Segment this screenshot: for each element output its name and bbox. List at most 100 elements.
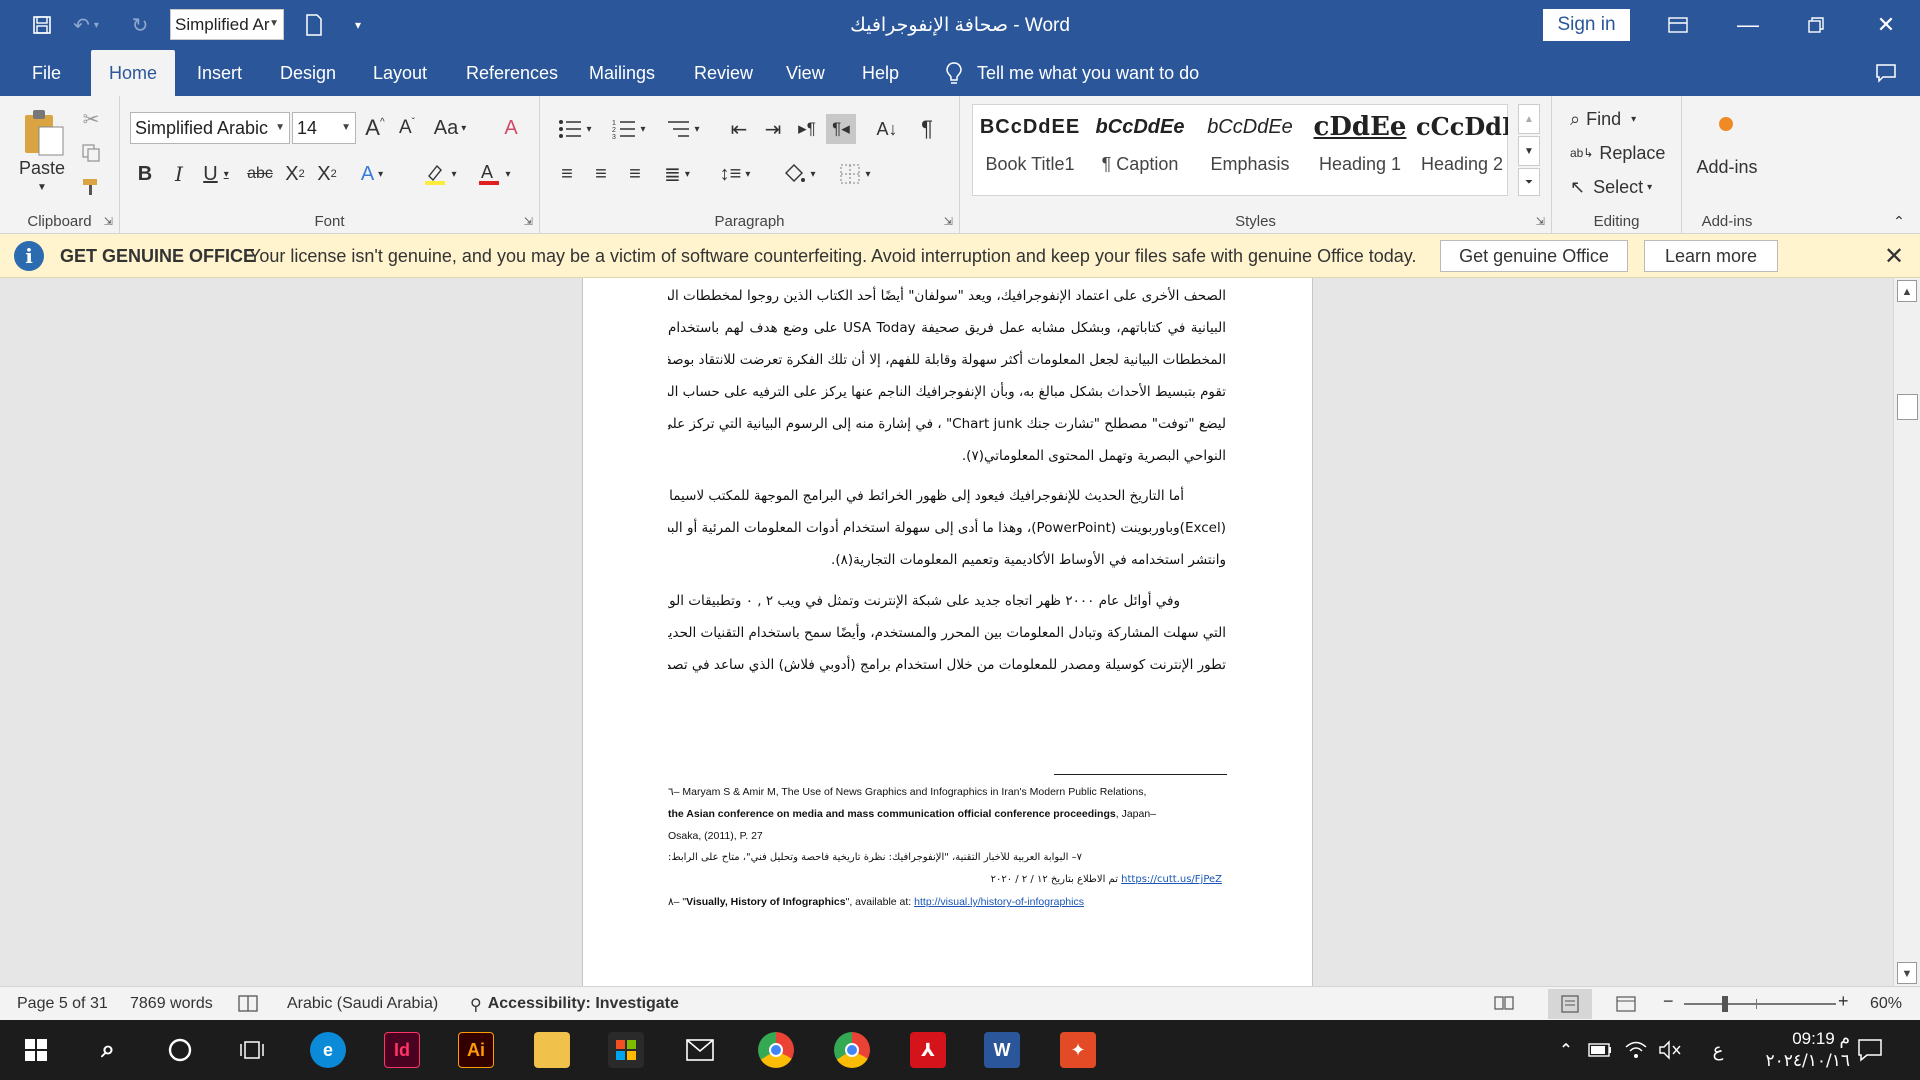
styles-scroll-down-icon[interactable]: ▼ (1518, 136, 1540, 166)
accessibility-checker[interactable]: ⚲ Accessibility: Investigate (470, 995, 679, 1015)
scroll-thumb[interactable] (1897, 394, 1918, 420)
cut-icon[interactable]: ✂ (78, 106, 104, 132)
input-language[interactable]: ع (1700, 1032, 1736, 1068)
windows-start-icon[interactable] (18, 1032, 54, 1068)
justify-icon[interactable]: ≣ ▾ (654, 158, 700, 190)
dialog-launcher-icon[interactable]: ⇲ (524, 215, 533, 228)
illustrator-icon[interactable]: Ai (458, 1032, 494, 1068)
style-heading-2[interactable]: cCcDdEe Heading 2 (1416, 108, 1508, 184)
tab-mailings[interactable]: Mailings (571, 50, 673, 96)
restore-icon[interactable] (1786, 0, 1846, 50)
align-right-icon[interactable]: ≡ (620, 158, 650, 190)
style-book-title[interactable]: BCcDdEE Book Title1 (976, 108, 1084, 184)
mail-icon[interactable] (682, 1032, 718, 1068)
zoom-slider-thumb[interactable] (1722, 996, 1728, 1012)
zoom-slider[interactable] (1684, 1003, 1836, 1005)
numbering-icon[interactable]: 1 2 3 ▾ (606, 114, 652, 144)
taskbar-clock[interactable]: 09:19 م ٢٠٢٤/١٠/١٦ (1740, 1028, 1850, 1072)
dialog-launcher-icon[interactable]: ⇲ (1536, 215, 1545, 228)
style-heading-1[interactable]: cDdEe Heading 1 (1306, 108, 1414, 184)
file-explorer-icon[interactable] (534, 1032, 570, 1068)
tell-me-search[interactable]: Tell me what you want to do (945, 50, 1199, 96)
shading-icon[interactable]: ▾ (776, 158, 822, 190)
read-mode-icon[interactable] (1494, 995, 1514, 1016)
acrobat-icon[interactable]: ⅄ (910, 1032, 946, 1068)
bullets-icon[interactable]: ▾ (552, 114, 598, 144)
vertical-scrollbar[interactable]: ▲ ▼ (1893, 278, 1920, 986)
tab-design[interactable]: Design (262, 50, 354, 96)
tab-view[interactable]: View (768, 50, 843, 96)
volume-muted-icon[interactable] (1652, 1032, 1688, 1068)
decrease-indent-icon[interactable]: ⇤ (724, 114, 754, 144)
multilevel-list-icon[interactable]: ▾ (660, 114, 706, 144)
select-button[interactable]: ↖ Select ▾ (1570, 172, 1670, 202)
zoom-level[interactable]: 60% (1870, 995, 1902, 1013)
minimize-icon[interactable]: — (1718, 0, 1778, 50)
collapse-ribbon-icon[interactable]: ⌃ (1888, 212, 1910, 230)
font-color-icon[interactable]: A ▾ (470, 158, 518, 190)
document-area[interactable]: الصحف الأخرى على اعتماد الإنفوجرافيك، وي… (0, 278, 1920, 986)
tab-file[interactable]: File (14, 50, 79, 96)
paragraph-3[interactable]: وفي أوائل عام ٢٠٠٠ ظهر اتجاه جديد على شب… (668, 585, 1226, 681)
learn-more-button[interactable]: Learn more (1644, 240, 1778, 272)
scroll-up-icon[interactable]: ▲ (1897, 280, 1917, 302)
print-layout-icon[interactable] (1548, 989, 1592, 1019)
web-layout-icon[interactable] (1616, 995, 1636, 1018)
tab-help[interactable]: Help (844, 50, 917, 96)
show-formatting-marks-icon[interactable]: ¶ (912, 114, 942, 144)
font-name-combo[interactable]: Simplified Arabic ▼ (130, 112, 290, 144)
right-to-left-icon[interactable]: ¶◂ (826, 114, 856, 144)
strikethrough-icon[interactable]: abc (244, 158, 276, 190)
language-indicator[interactable]: Arabic (Saudi Arabia) (287, 995, 438, 1013)
shrink-font-icon[interactable]: Aˇ (392, 112, 422, 144)
microsoft-store-icon[interactable] (608, 1032, 644, 1068)
tab-layout[interactable]: Layout (355, 50, 445, 96)
styles-scroll-up-icon[interactable]: ▲ (1518, 104, 1540, 134)
underline-icon[interactable]: U ▾ (196, 158, 236, 190)
tab-references[interactable]: References (448, 50, 576, 96)
tab-home[interactable]: Home (91, 50, 176, 96)
text-effects-icon[interactable]: A ▾ (352, 158, 392, 190)
zoom-in-icon[interactable]: + (1838, 991, 1849, 1012)
dialog-launcher-icon[interactable]: ⇲ (104, 215, 113, 228)
wifi-icon[interactable] (1618, 1032, 1654, 1068)
font-size-combo[interactable]: 14 ▼ (292, 112, 356, 144)
bold-icon[interactable]: B (130, 158, 160, 190)
close-window-icon[interactable]: ✕ (1856, 0, 1916, 50)
chrome-profile-icon[interactable] (834, 1032, 870, 1068)
document-page[interactable]: الصحف الأخرى على اعتماد الإنفوجرافيك، وي… (582, 278, 1313, 986)
chrome-icon[interactable] (758, 1032, 794, 1068)
tab-insert[interactable]: Insert (179, 50, 260, 96)
zoom-out-icon[interactable]: − (1663, 991, 1674, 1012)
indesign-icon[interactable]: Id (384, 1032, 420, 1068)
ribbon-display-icon[interactable] (1648, 0, 1708, 50)
page-count[interactable]: Page 5 of 31 (17, 995, 108, 1013)
line-spacing-icon[interactable]: ↕≡ ▾ (712, 158, 758, 190)
addins-icon[interactable] (1714, 112, 1738, 136)
subscript-icon[interactable]: X2 (280, 158, 310, 190)
close-icon[interactable]: ✕ (1884, 242, 1904, 271)
cortana-icon[interactable] (162, 1032, 198, 1068)
comments-icon[interactable] (1856, 50, 1916, 96)
highlight-color-icon[interactable]: ▾ (416, 158, 464, 190)
dialog-launcher-icon[interactable]: ⇲ (944, 215, 953, 228)
style-emphasis[interactable]: bCcDdEe Emphasis (1196, 108, 1304, 184)
borders-icon[interactable]: ▾ (832, 158, 878, 190)
replace-button[interactable]: ab↳ Replace (1570, 138, 1680, 168)
align-left-icon[interactable]: ≡ (552, 158, 582, 190)
footnote-8-link[interactable]: http://visual.ly/history-of-infographics (914, 896, 1084, 908)
styles-more-icon[interactable]: ⏷ (1518, 168, 1540, 196)
app-icon[interactable]: ✦ (1060, 1032, 1096, 1068)
copy-icon[interactable] (78, 140, 104, 166)
align-center-icon[interactable]: ≡ (586, 158, 616, 190)
paragraph-1[interactable]: الصحف الأخرى على اعتماد الإنفوجرافيك، وي… (668, 280, 1226, 472)
style-caption[interactable]: bCcDdEe ¶ Caption (1086, 108, 1194, 184)
sign-in-button[interactable]: Sign in (1543, 9, 1630, 41)
task-view-icon[interactable] (234, 1032, 270, 1068)
tab-review[interactable]: Review (676, 50, 771, 96)
paste-button[interactable]: Paste (14, 156, 70, 180)
grow-font-icon[interactable]: A ^ (360, 112, 390, 144)
superscript-icon[interactable]: X2 (312, 158, 342, 190)
scroll-down-icon[interactable]: ▼ (1897, 962, 1917, 984)
paragraph-2[interactable]: أما التاريخ الحديث للإنفوجرافيك فيعود إل… (668, 480, 1226, 576)
